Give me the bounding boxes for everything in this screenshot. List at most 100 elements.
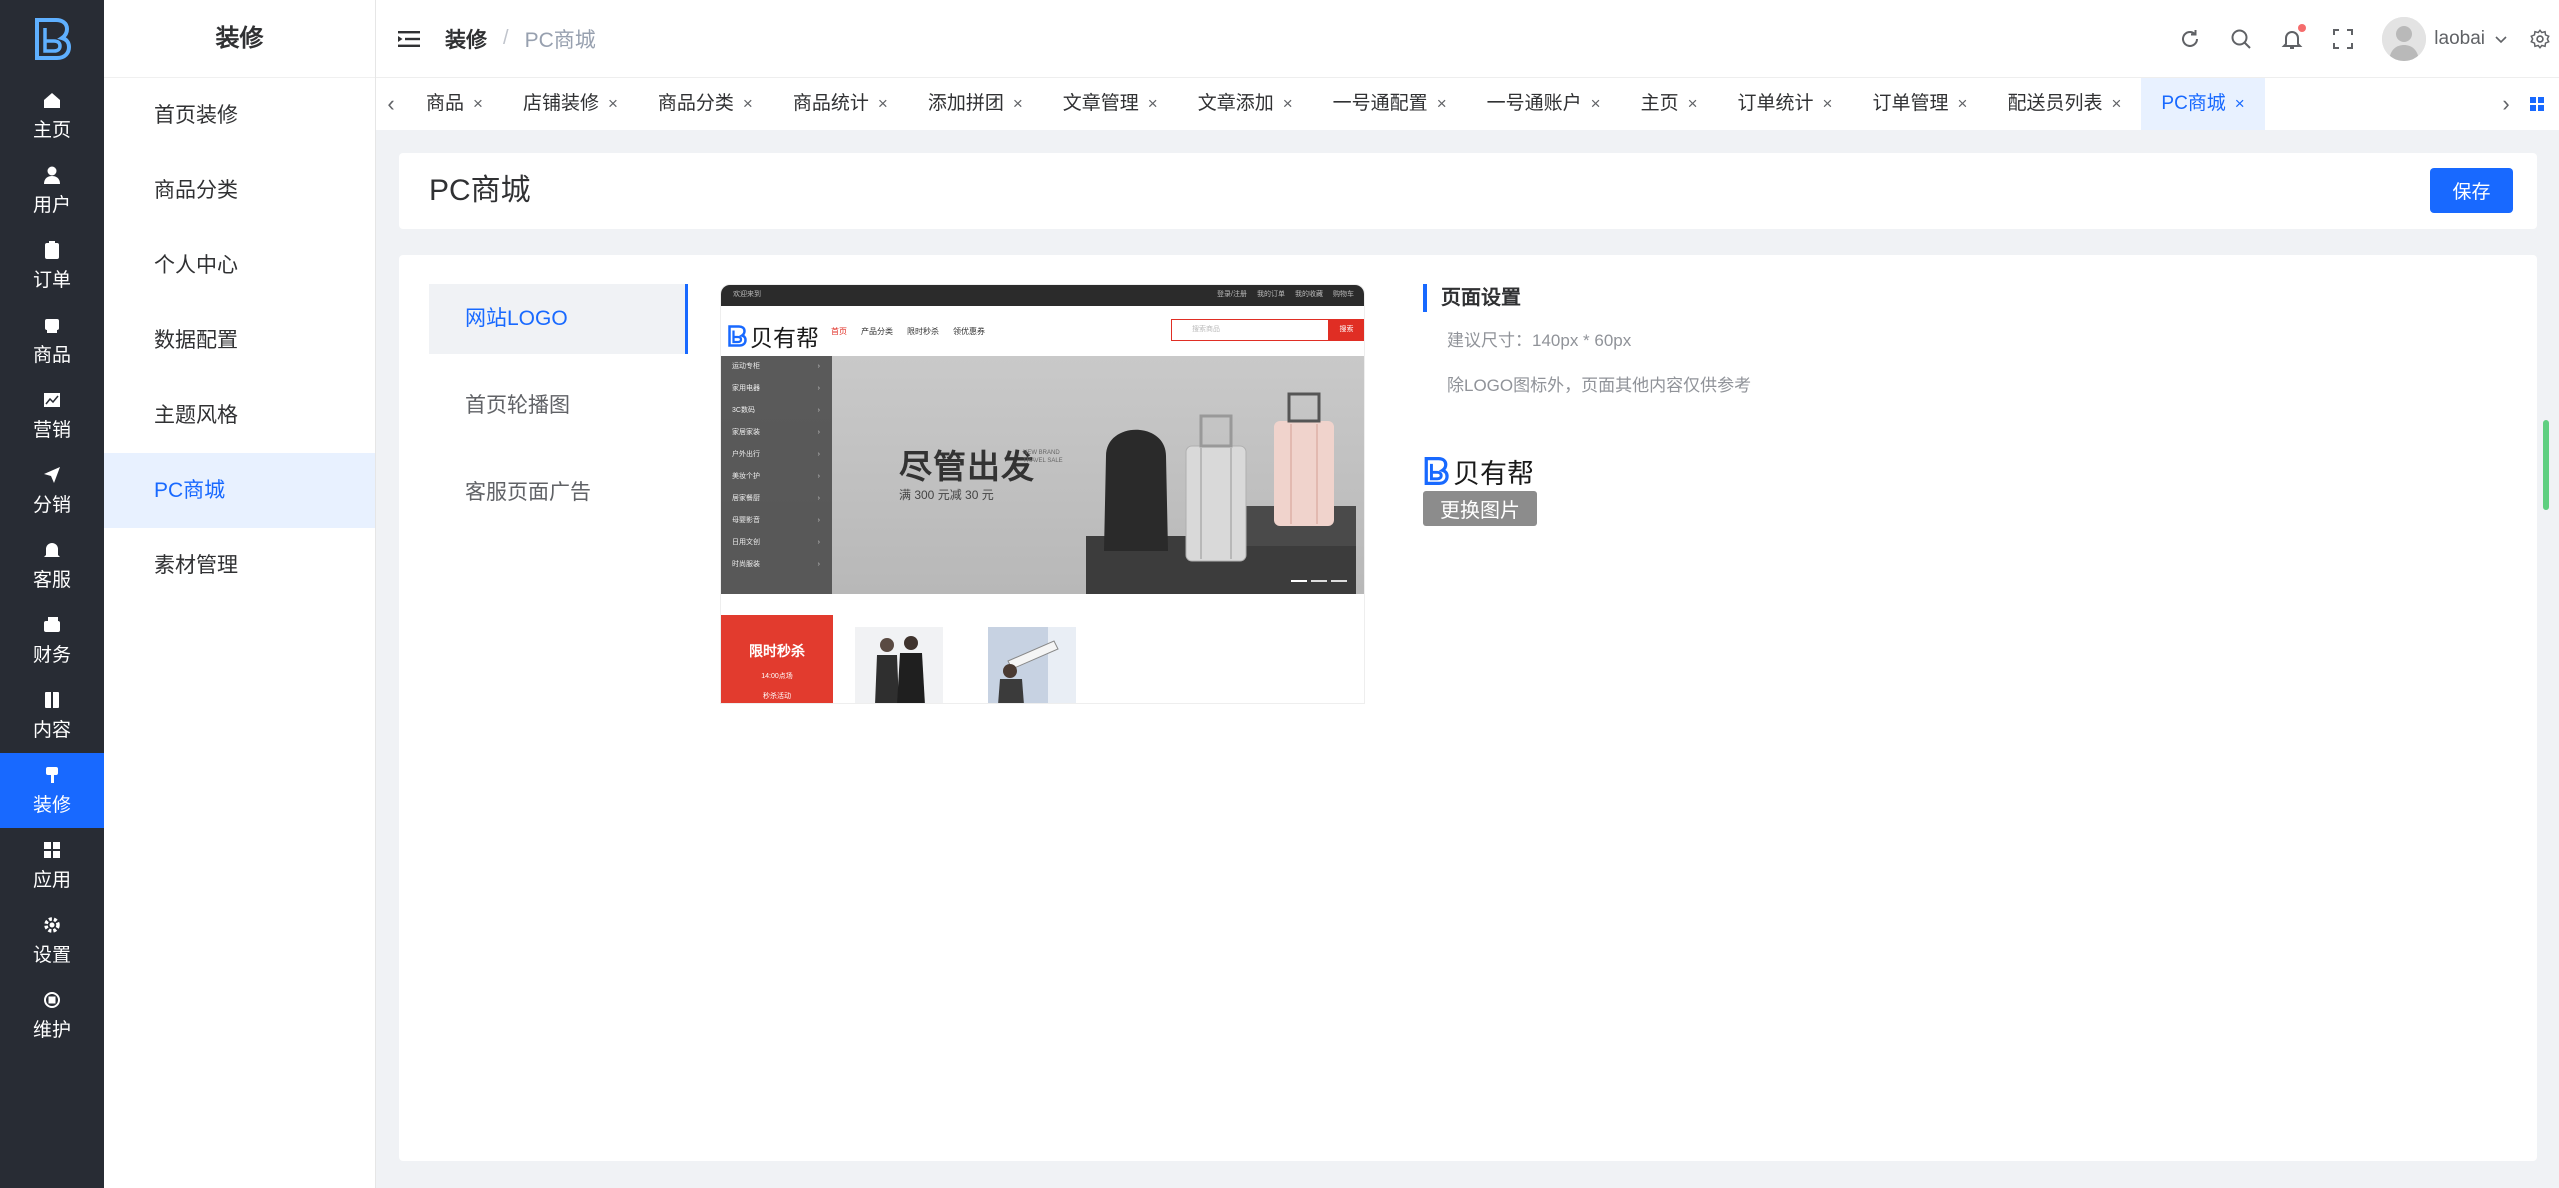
chevron-down-icon[interactable]	[2493, 31, 2509, 47]
close-icon[interactable]: ×	[1148, 94, 1158, 113]
tab-label: 主页	[1640, 93, 1679, 114]
rail-item[interactable]: 维护	[0, 978, 104, 1053]
rail-item-label: 营销	[32, 419, 71, 441]
tab-label: 商品分类	[657, 93, 734, 114]
username[interactable]: laobai	[2434, 28, 2485, 50]
rail-item[interactable]: 应用	[0, 828, 104, 903]
scrollbar-thumb[interactable]	[2543, 420, 2549, 510]
rail-item[interactable]: 营销	[0, 378, 104, 453]
tab-label: 文章管理	[1062, 93, 1139, 114]
search-icon[interactable]	[2229, 27, 2253, 51]
current-logo-text: 贝有帮	[1453, 458, 1534, 489]
submenu-item[interactable]: 素材管理	[104, 528, 375, 603]
close-icon[interactable]: ×	[1013, 94, 1023, 113]
tab[interactable]: 商品统计 ×	[773, 78, 908, 130]
refresh-icon[interactable]	[2178, 27, 2202, 51]
tab[interactable]: 文章添加 ×	[1178, 78, 1313, 130]
preview-lower-section: 限时秒杀 14:00点场 秒杀活动	[721, 615, 1364, 703]
submenu-item[interactable]: PC商城	[104, 453, 375, 528]
rail-item[interactable]: 装修	[0, 753, 104, 828]
tab[interactable]: 配送员列表 ×	[1987, 78, 2141, 130]
preview-top-link: 购物车	[1333, 291, 1354, 298]
avatar[interactable]	[2382, 17, 2427, 61]
preview-category: 时尚服装	[721, 554, 832, 576]
settings-gear-icon[interactable]	[2529, 28, 2551, 50]
settings-nav-item[interactable]: 客服页面广告	[429, 458, 688, 528]
close-icon[interactable]: ×	[743, 94, 753, 113]
rail-item-label: 设置	[32, 944, 71, 966]
preview-category: 日用文创	[721, 532, 832, 554]
rail-item[interactable]: 设置	[0, 903, 104, 978]
preview-top-link: 登录/注册	[1217, 291, 1247, 298]
rail-item[interactable]: 商品	[0, 303, 104, 378]
submenu-item[interactable]: 数据配置	[104, 303, 375, 378]
tab[interactable]: 一号通配置 ×	[1313, 78, 1467, 130]
change-image-button[interactable]: 更换图片	[1423, 491, 1537, 526]
rail-item[interactable]: 订单	[0, 228, 104, 303]
rail-item[interactable]: 内容	[0, 678, 104, 753]
close-icon[interactable]: ×	[608, 94, 618, 113]
close-icon[interactable]: ×	[1591, 94, 1601, 113]
rail-item-label: 订单	[32, 269, 71, 291]
page-settings-heading: 页面设置	[1423, 284, 1923, 312]
rail-item[interactable]: 主页	[0, 78, 104, 153]
close-icon[interactable]: ×	[1958, 94, 1968, 113]
close-icon[interactable]: ×	[2111, 94, 2121, 113]
tabs-scroll-left-icon[interactable]: ‹	[376, 91, 406, 117]
clipboard-icon	[45, 240, 59, 259]
close-icon[interactable]: ×	[2235, 94, 2245, 113]
menu-fold-icon[interactable]	[398, 30, 420, 48]
tab-label: 订单管理	[1872, 93, 1949, 114]
tab[interactable]: 添加拼团 ×	[908, 78, 1043, 130]
tab-label: 一号通配置	[1332, 93, 1428, 114]
tab[interactable]: 订单管理 ×	[1852, 78, 1987, 130]
tab[interactable]: 订单统计 ×	[1718, 78, 1853, 130]
tab[interactable]: 一号通账户 ×	[1467, 78, 1621, 130]
rail-item[interactable]: 分销	[0, 453, 104, 528]
tab-label: 配送员列表	[2007, 93, 2103, 114]
rail-item[interactable]: 用户	[0, 153, 104, 228]
close-icon[interactable]: ×	[473, 94, 483, 113]
tab[interactable]: 商品 ×	[406, 78, 503, 130]
logo-upload-box: 贝有帮 更换图片	[1423, 455, 1538, 526]
close-icon[interactable]: ×	[1283, 94, 1293, 113]
banner-dot	[1331, 580, 1347, 582]
rail-item-label: 内容	[32, 719, 71, 741]
preview-nav-item: 领优惠券	[953, 327, 985, 336]
submenu-item[interactable]: 商品分类	[104, 153, 375, 228]
settings-nav-item[interactable]: 首页轮播图	[429, 371, 688, 441]
preview-product-thumb	[988, 627, 1076, 703]
preview-logo: 贝有帮	[727, 319, 819, 353]
notification-button[interactable]	[2280, 24, 2307, 51]
fullscreen-icon[interactable]	[2331, 27, 2355, 51]
submenu-item[interactable]: 主题风格	[104, 378, 375, 453]
close-icon[interactable]: ×	[878, 94, 888, 113]
settings-nav-item[interactable]: 网站LOGO	[429, 284, 688, 354]
page-scrollbar[interactable]	[2540, 90, 2552, 1188]
brand-logo-icon	[35, 18, 72, 60]
submenu-title: 装修	[104, 0, 375, 78]
page-title-card: PC商城 保存	[399, 153, 2537, 229]
app-logo[interactable]	[0, 0, 104, 78]
tab[interactable]: PC商城 ×	[2141, 78, 2265, 130]
close-icon[interactable]: ×	[1688, 94, 1698, 113]
breadcrumb-parent[interactable]: 装修	[445, 24, 487, 54]
tabs-scroll-right-icon[interactable]: ›	[2491, 91, 2521, 117]
rail-item-label: 分销	[32, 494, 71, 516]
tab-label: 添加拼团	[927, 93, 1004, 114]
tab[interactable]: 店铺装修 ×	[503, 78, 638, 130]
preview-category: 美妆个护	[721, 466, 832, 488]
tab[interactable]: 主页 ×	[1621, 78, 1718, 130]
save-button[interactable]: 保存	[2430, 168, 2513, 213]
tab[interactable]: 商品分类 ×	[638, 78, 773, 130]
tab[interactable]: 文章管理 ×	[1043, 78, 1178, 130]
chip-icon	[44, 991, 60, 1008]
rail-item[interactable]: 财务	[0, 603, 104, 678]
tab-label: 店铺装修	[522, 93, 599, 114]
rail-item[interactable]: 客服	[0, 528, 104, 603]
close-icon[interactable]: ×	[1823, 94, 1833, 113]
close-icon[interactable]: ×	[1437, 94, 1447, 113]
submenu-item[interactable]: 个人中心	[104, 228, 375, 303]
tab-label: 文章添加	[1197, 93, 1274, 114]
submenu-item[interactable]: 首页装修	[104, 78, 375, 153]
